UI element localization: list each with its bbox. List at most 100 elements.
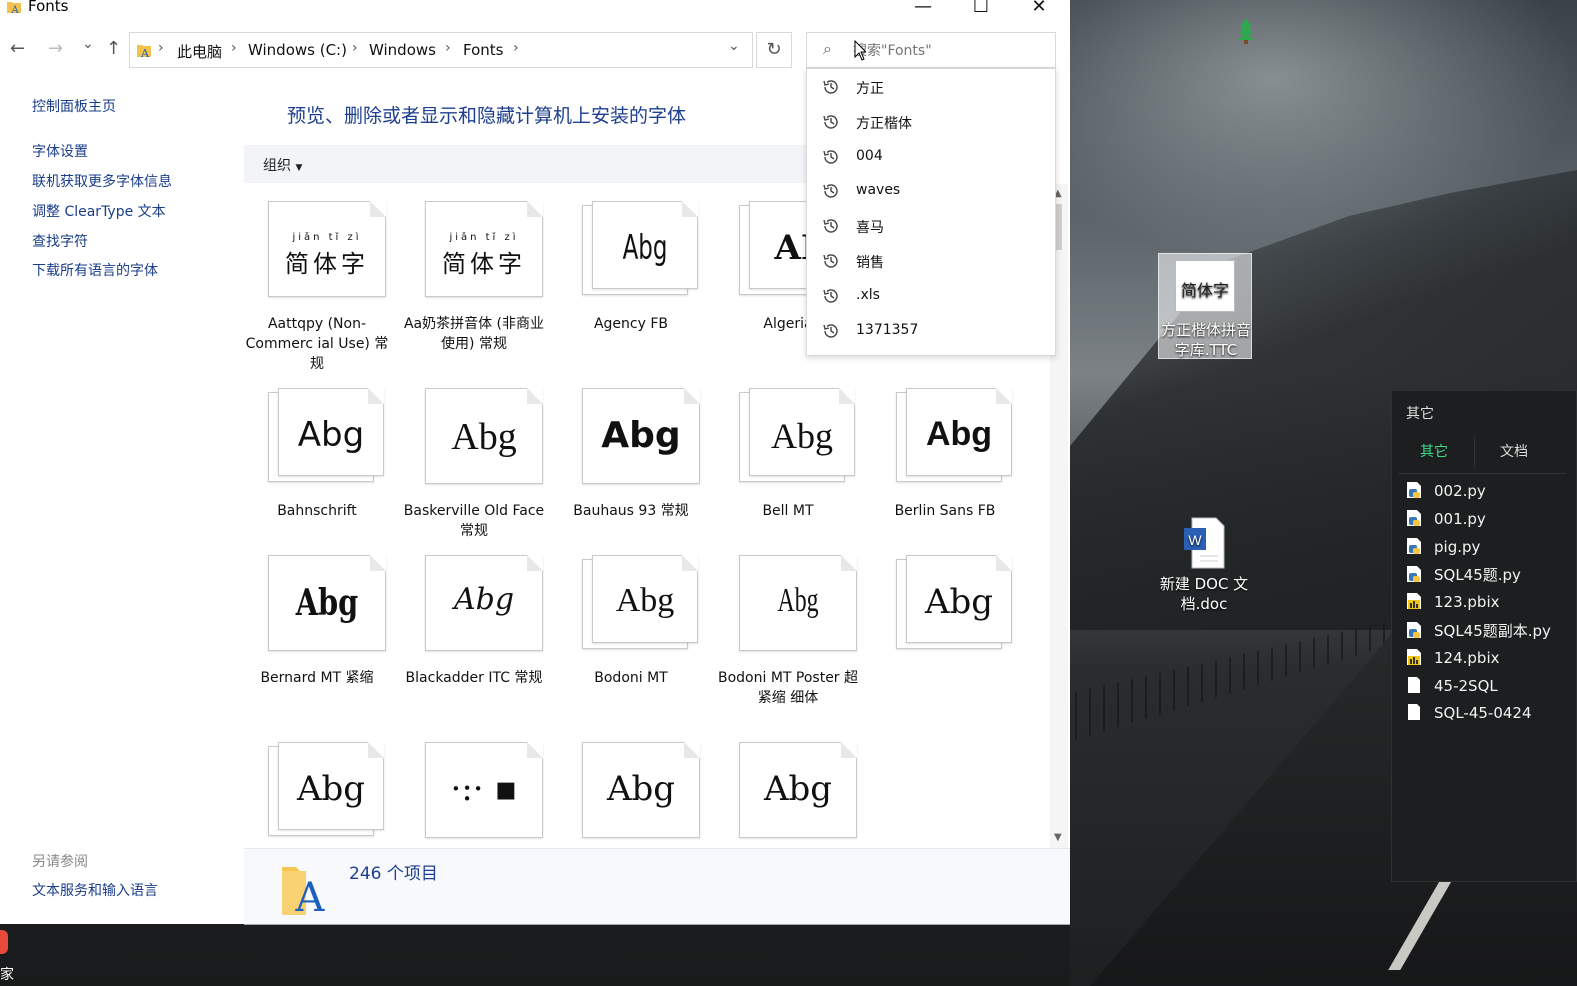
address-history-chevron-icon[interactable]: ⌄ xyxy=(728,38,740,54)
search-icon: ⌕ xyxy=(823,39,832,58)
font-tile[interactable]: Abg Bernard MT 紧缩 xyxy=(244,555,390,715)
minimize-button[interactable]: — xyxy=(900,0,946,18)
maximize-button[interactable]: ☐ xyxy=(958,0,1004,18)
panel-file-item[interactable]: SQL45题.py xyxy=(1406,564,1521,585)
font-tile[interactable]: Abg Bell MT xyxy=(715,388,861,548)
font-tile[interactable]: Abg Bahnschrift xyxy=(244,388,390,548)
panel-file-item[interactable]: 124.pbix xyxy=(1406,648,1500,667)
panel-file-item[interactable]: 45-2SQL xyxy=(1406,676,1498,695)
panel-file-item[interactable]: SQL-45-0424 xyxy=(1406,703,1532,722)
search-history-item[interactable]: .xls xyxy=(807,279,1055,313)
panel-file-item[interactable]: pig.py xyxy=(1406,537,1480,556)
page-heading: 预览、删除或者显示和隐藏计算机上安装的字体 xyxy=(287,105,687,127)
address-bar[interactable]: A › 此电脑 › Windows (C:) › Windows › Fonts… xyxy=(129,32,753,68)
history-item-text: 方正楷体 xyxy=(856,115,912,132)
font-tile[interactable]: Abg Baskerville Old Face 常规 xyxy=(401,388,547,548)
sidebar-link-more-font-info[interactable]: 联机获取更多字体信息 xyxy=(32,171,172,191)
font-sample-text: 简体字 xyxy=(442,250,526,278)
desktop-icon-font-file[interactable]: 简体字 方正楷体拼音字库.TTC xyxy=(1158,253,1252,363)
breadcrumb-separator[interactable]: › xyxy=(352,40,358,56)
search-input[interactable] xyxy=(851,39,1050,63)
panel-file-name: 002.py xyxy=(1434,482,1486,500)
font-preview-icon: Abg xyxy=(582,201,698,297)
font-tile[interactable]: ·:· ▪ xyxy=(401,742,547,848)
font-name: Agency FB xyxy=(593,316,669,332)
search-history-item[interactable]: 004 xyxy=(807,140,1055,174)
breadcrumb-separator[interactable]: › xyxy=(158,40,164,56)
font-preview-icon: Abg xyxy=(739,742,857,838)
panel-file-name: pig.py xyxy=(1434,537,1481,556)
sidebar-link-text-services[interactable]: 文本服务和输入语言 xyxy=(32,880,158,900)
taskbar-app-icon[interactable] xyxy=(0,930,8,954)
search-history-item[interactable]: 方正 xyxy=(807,70,1055,104)
sidebar-link-font-settings[interactable]: 字体设置 xyxy=(32,141,88,161)
search-history-item[interactable]: waves xyxy=(807,174,1055,208)
title-bar[interactable]: A Fonts — ☐ ✕ xyxy=(0,0,1070,18)
font-file-thumbnail: 简体字 xyxy=(1175,260,1235,312)
history-item-text: 方正 xyxy=(856,81,884,97)
font-tile[interactable]: Abg Agency FB xyxy=(558,201,704,361)
breadcrumb-separator[interactable]: › xyxy=(231,40,237,56)
font-preview-icon: Abg xyxy=(582,555,698,651)
organize-menu-button[interactable]: 组织 ▼ xyxy=(263,155,302,175)
breadcrumb-separator[interactable]: › xyxy=(445,40,451,56)
panel-tab-docs[interactable]: 文档 xyxy=(1500,441,1528,461)
panel-file-item[interactable]: 002.py xyxy=(1406,481,1486,500)
scroll-down-icon[interactable]: ▼ xyxy=(1054,832,1062,843)
font-name: Bodoni MT Poster 超紧缩 细体 xyxy=(717,670,859,706)
font-sample-text: 简体字 xyxy=(285,250,369,278)
file-panel[interactable]: 其它 其它 文档 002.py 001.py pig.py SQL45题.py 123.… xyxy=(1391,390,1577,882)
search-history-item[interactable]: 销售 xyxy=(807,244,1055,278)
christmas-tree-icon[interactable] xyxy=(1238,18,1254,44)
desktop-strip: 家 xyxy=(0,924,1070,986)
breadcrumb-separator[interactable]: › xyxy=(513,40,519,56)
up-button[interactable]: ↑ xyxy=(106,38,121,59)
organize-label: 组织 xyxy=(263,158,291,174)
font-tile[interactable]: Abg Bodoni MT xyxy=(558,555,704,715)
font-tile[interactable]: Abg xyxy=(872,555,1018,715)
panel-file-item[interactable]: 001.py xyxy=(1406,509,1486,528)
recent-locations-button[interactable]: ⌄ xyxy=(82,36,94,52)
explorer-window[interactable]: A Fonts — ☐ ✕ ← → ⌄ ↑ A › 此电脑 › Windows … xyxy=(0,0,1070,925)
panel-file-item[interactable]: SQL45题副本.py xyxy=(1406,620,1551,641)
forward-button[interactable]: → xyxy=(48,38,63,59)
font-tile[interactable]: Abg xyxy=(715,742,861,848)
python-file-icon xyxy=(1407,509,1421,526)
search-box[interactable]: ⌕ xyxy=(806,32,1056,68)
history-clock-icon xyxy=(823,184,838,199)
font-preview-icon: Abg xyxy=(268,555,386,651)
close-button[interactable]: ✕ xyxy=(1016,0,1062,18)
search-history-item[interactable]: 1371357 xyxy=(807,314,1055,348)
font-tile[interactable]: Abg Bauhaus 93 常规 xyxy=(558,388,704,548)
font-sample-text: Abg xyxy=(615,582,675,619)
svg-text:W: W xyxy=(1188,532,1202,548)
font-tile[interactable]: Abg Berlin Sans FB xyxy=(872,388,1018,548)
font-tile[interactable]: Abg Bodoni MT Poster 超紧缩 细体 xyxy=(715,555,861,715)
panel-tab-other[interactable]: 其它 xyxy=(1420,441,1448,461)
sidebar-link-cleartype[interactable]: 调整 ClearType 文本 xyxy=(32,201,166,221)
sidebar-link-find-character[interactable]: 查找字符 xyxy=(32,231,88,251)
breadcrumb-this-pc[interactable]: 此电脑 xyxy=(177,41,222,62)
back-button[interactable]: ← xyxy=(10,38,25,59)
scrollbar-thumb[interactable] xyxy=(1056,204,1062,250)
sidebar-link-download-fonts[interactable]: 下载所有语言的字体 xyxy=(32,260,158,280)
search-history-item[interactable]: 喜马 xyxy=(807,209,1055,243)
desktop-icon-doc-file[interactable]: W 新建 DOC 文档.doc xyxy=(1152,516,1256,614)
font-tile[interactable]: Abg xyxy=(244,742,390,848)
breadcrumb-fonts[interactable]: Fonts xyxy=(463,41,503,59)
font-tile[interactable]: Abg Blackadder ITC 常规 xyxy=(401,555,547,715)
breadcrumb-windows[interactable]: Windows xyxy=(369,41,436,59)
font-tile[interactable]: Abg xyxy=(558,742,704,848)
refresh-button[interactable]: ↻ xyxy=(756,32,792,68)
font-sample-text: Abg xyxy=(924,582,994,622)
sidebar-home-link[interactable]: 控制面板主页 xyxy=(32,96,116,116)
font-tile[interactable]: jiǎn tǐ zì 简体字 Aa奶茶拼音体 (非商业使用) 常规 xyxy=(401,201,547,361)
taskbar-label-fragment: 家 xyxy=(0,967,14,983)
search-history-item[interactable]: 方正楷体 xyxy=(807,105,1055,139)
breadcrumb-windows-c[interactable]: Windows (C:) xyxy=(248,41,347,59)
search-history-dropdown[interactable]: 方正方正楷体 004 waves 喜马销售 .xls 1371357 xyxy=(806,68,1056,356)
panel-file-item[interactable]: 123.pbix xyxy=(1406,592,1500,611)
history-item-text: 喜马 xyxy=(856,220,884,237)
font-sample-text: Abg xyxy=(763,769,833,809)
font-tile[interactable]: jiǎn tǐ zì 简体字 Aattqpy (Non-Commerc ial Us… xyxy=(244,201,390,372)
